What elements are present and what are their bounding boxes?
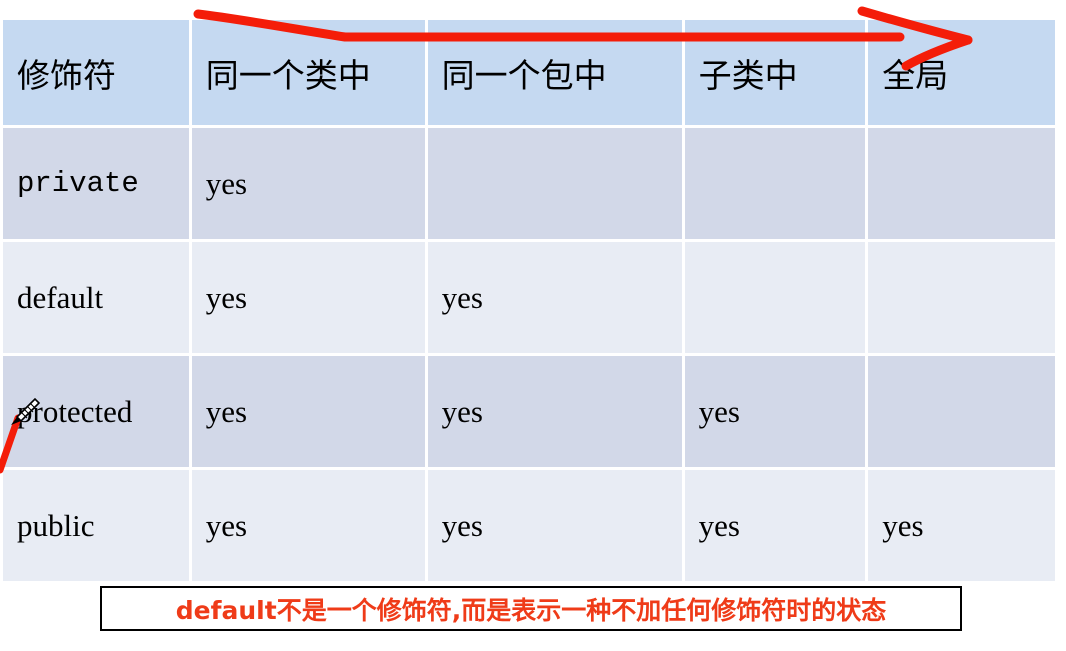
table-header: 修饰符 同一个类中 同一个包中 子类中 全局 xyxy=(3,20,1055,125)
table-row: private yes xyxy=(3,128,1055,239)
cell-private-global xyxy=(868,128,1055,239)
cell-public-same-package: yes xyxy=(427,470,682,581)
cell-modifier-protected: protected xyxy=(3,356,189,467)
cell-private-same-package xyxy=(427,128,682,239)
table-body: private yes default yes yes protected ye… xyxy=(3,128,1055,581)
cell-default-same-class: yes xyxy=(191,242,425,353)
column-header-same-class: 同一个类中 xyxy=(191,20,425,125)
cell-private-subclass xyxy=(684,128,866,239)
column-header-global: 全局 xyxy=(868,20,1055,125)
cell-default-same-package: yes xyxy=(427,242,682,353)
caption-text: default不是一个修饰符,而是表示一种不加任何修饰符时的状态 xyxy=(175,595,887,625)
cell-protected-global xyxy=(868,356,1055,467)
cell-default-subclass xyxy=(684,242,866,353)
cell-modifier-private: private xyxy=(3,128,189,239)
cell-public-global: yes xyxy=(868,470,1055,581)
table-row: default yes yes xyxy=(3,242,1055,353)
cell-private-same-class: yes xyxy=(191,128,425,239)
cell-protected-same-package: yes xyxy=(427,356,682,467)
table-row: protected yes yes yes xyxy=(3,356,1055,467)
cell-public-same-class: yes xyxy=(191,470,425,581)
cell-default-global xyxy=(868,242,1055,353)
cell-modifier-default: default xyxy=(3,242,189,353)
cell-protected-same-class: yes xyxy=(191,356,425,467)
access-modifier-table: 修饰符 同一个类中 同一个包中 子类中 全局 private yes defau… xyxy=(0,17,1058,584)
cell-modifier-public: public xyxy=(3,470,189,581)
caption-box: default不是一个修饰符,而是表示一种不加任何修饰符时的状态 xyxy=(100,586,962,631)
cell-protected-subclass: yes xyxy=(684,356,866,467)
cell-public-subclass: yes xyxy=(684,470,866,581)
column-header-modifier: 修饰符 xyxy=(3,20,189,125)
table-row: public yes yes yes yes xyxy=(3,470,1055,581)
column-header-same-package: 同一个包中 xyxy=(427,20,682,125)
table-header-row: 修饰符 同一个类中 同一个包中 子类中 全局 xyxy=(3,20,1055,125)
column-header-subclass: 子类中 xyxy=(684,20,866,125)
